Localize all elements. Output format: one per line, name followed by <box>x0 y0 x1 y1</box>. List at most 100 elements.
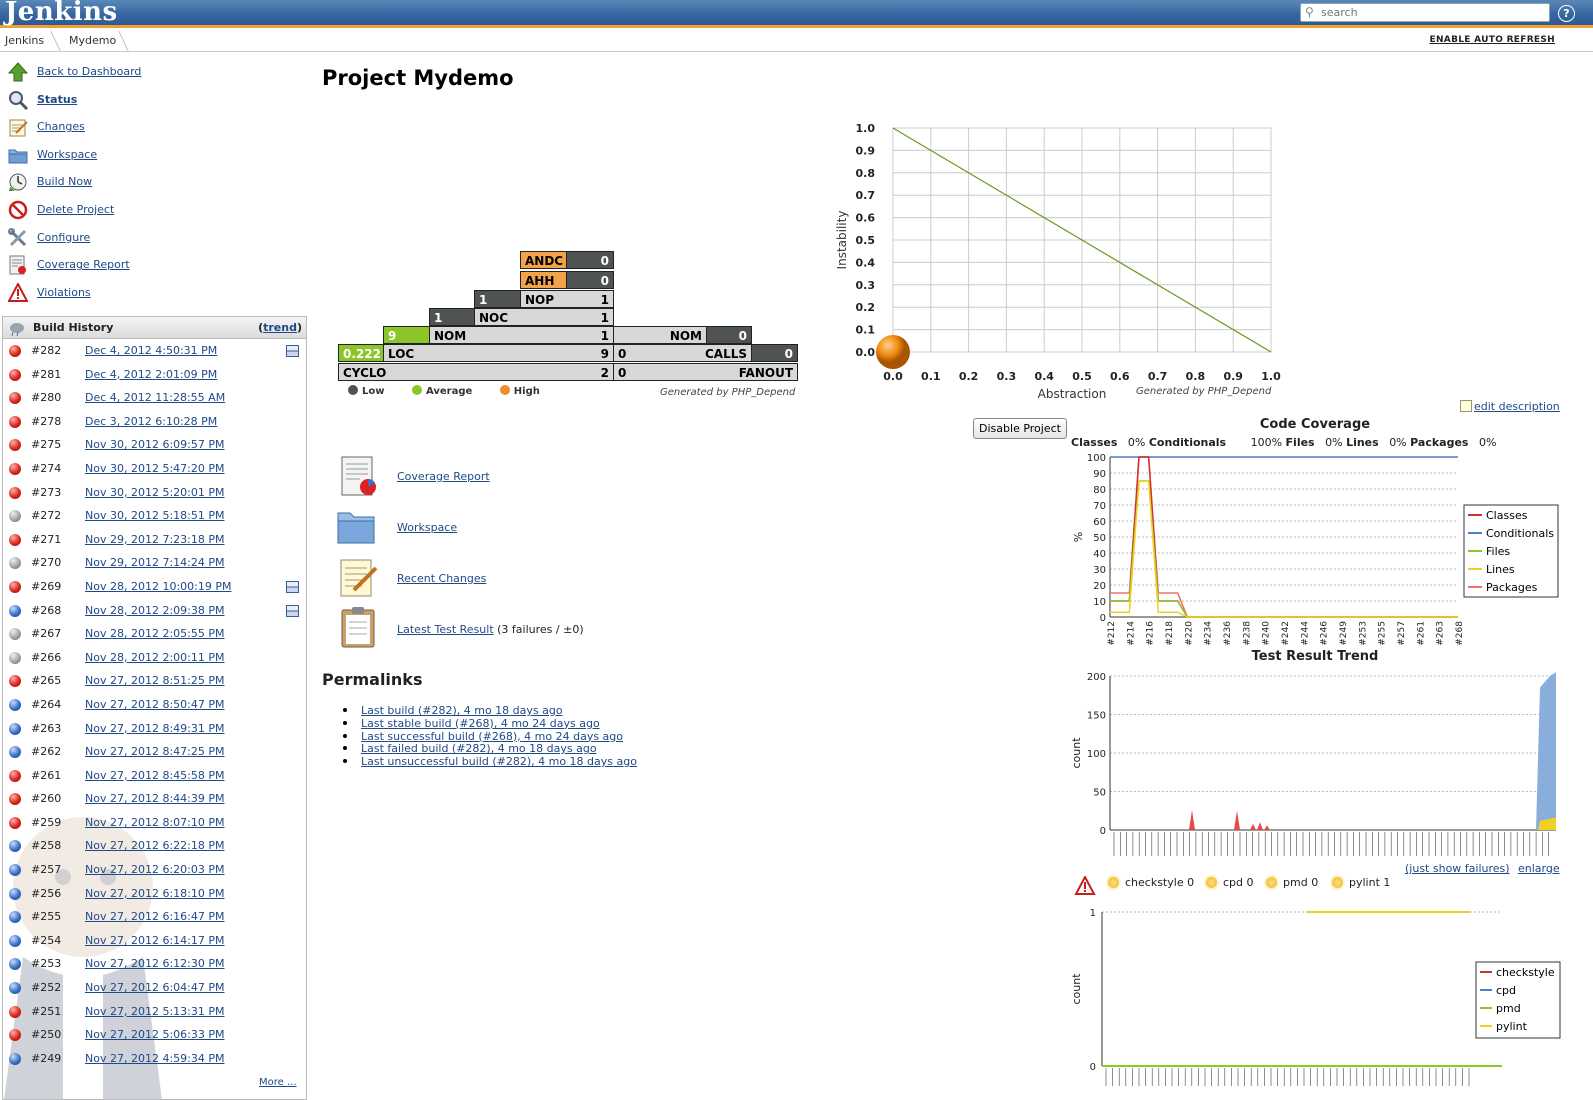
build-date-link[interactable]: Dec 3, 2012 6:10:28 PM <box>85 415 217 428</box>
disable-project-button[interactable]: Disable Project <box>973 418 1067 439</box>
permalink-last-unsuccessful-build[interactable]: Last unsuccessful build (#282), 4 mo 18 … <box>361 755 637 768</box>
workspace-action[interactable]: Workspace <box>397 521 457 534</box>
task-delete-project[interactable]: Delete Project <box>6 198 306 226</box>
build-row[interactable]: #254 Nov 27, 2012 6:14:17 PM <box>3 929 306 953</box>
changes-link[interactable]: Changes <box>37 120 85 133</box>
build-date-link[interactable]: Nov 29, 2012 7:23:18 PM <box>85 533 224 546</box>
build-date-link[interactable]: Nov 27, 2012 5:13:31 PM <box>85 1005 224 1018</box>
build-row[interactable]: #252 Nov 27, 2012 6:04:47 PM <box>3 976 306 1000</box>
workspace-link[interactable]: Workspace <box>37 148 97 161</box>
build-date-link[interactable]: Nov 27, 2012 6:14:17 PM <box>85 934 224 947</box>
build-row[interactable]: #250 Nov 27, 2012 5:06:33 PM <box>3 1023 306 1047</box>
task-violations[interactable]: Violations <box>6 281 306 309</box>
build-row[interactable]: #265 Nov 27, 2012 8:51:25 PM <box>3 669 306 693</box>
build-row[interactable]: #281 Dec 4, 2012 2:01:09 PM <box>3 363 306 387</box>
build-row[interactable]: #260 Nov 27, 2012 8:44:39 PM <box>3 787 306 811</box>
build-date-link[interactable]: Nov 27, 2012 4:59:34 PM <box>85 1052 224 1065</box>
build-row[interactable]: #273 Nov 30, 2012 5:20:01 PM <box>3 481 306 505</box>
enable-auto-refresh-link[interactable]: ENABLE AUTO REFRESH <box>1430 35 1555 45</box>
build-date-link[interactable]: Dec 4, 2012 4:50:31 PM <box>85 344 217 357</box>
build-row[interactable]: #278 Dec 3, 2012 6:10:28 PM <box>3 410 306 434</box>
task-configure[interactable]: Configure <box>6 226 306 254</box>
build-date-link[interactable]: Nov 27, 2012 5:06:33 PM <box>85 1028 224 1041</box>
build-row[interactable]: #257 Nov 27, 2012 6:20:03 PM <box>3 858 306 882</box>
build-date-link[interactable]: Nov 30, 2012 5:18:51 PM <box>85 509 224 522</box>
violations-link[interactable]: Violations <box>37 286 91 299</box>
help-icon[interactable]: ? <box>1558 5 1575 22</box>
coverage-report-action[interactable]: Coverage Report <box>397 470 490 483</box>
build-date-link[interactable]: Nov 28, 2012 2:00:11 PM <box>85 651 224 664</box>
task-workspace[interactable]: Workspace <box>6 143 306 171</box>
enlarge-link[interactable]: enlarge <box>1518 862 1560 875</box>
coverage-report-link[interactable]: Coverage Report <box>37 258 130 271</box>
violation-checkstyle[interactable]: checkstyle 0 <box>1108 876 1194 889</box>
task-status[interactable]: Status <box>6 88 306 116</box>
build-date-link[interactable]: Nov 27, 2012 8:07:10 PM <box>85 816 224 829</box>
build-date-link[interactable]: Nov 27, 2012 8:47:25 PM <box>85 745 224 758</box>
recent-changes-action[interactable]: Recent Changes <box>397 572 486 585</box>
build-row[interactable]: #275 Nov 30, 2012 6:09:57 PM <box>3 433 306 457</box>
build-date-link[interactable]: Nov 27, 2012 6:16:47 PM <box>85 910 224 923</box>
build-row[interactable]: #255 Nov 27, 2012 6:16:47 PM <box>3 905 306 929</box>
build-row[interactable]: #266 Nov 28, 2012 2:00:11 PM <box>3 646 306 670</box>
build-date-link[interactable]: Nov 30, 2012 5:20:01 PM <box>85 486 224 499</box>
build-date-link[interactable]: Nov 27, 2012 6:22:18 PM <box>85 839 224 852</box>
violation-pmd[interactable]: pmd 0 <box>1266 876 1318 889</box>
build-date-link[interactable]: Dec 4, 2012 11:28:55 AM <box>85 391 225 404</box>
build-row[interactable]: #253 Nov 27, 2012 6:12:30 PM <box>3 952 306 976</box>
build-date-link[interactable]: Dec 4, 2012 2:01:09 PM <box>85 368 217 381</box>
build-row[interactable]: #267 Nov 28, 2012 2:05:55 PM <box>3 622 306 646</box>
just-show-failures-link[interactable]: (just show failures) <box>1405 862 1510 875</box>
keep-log-disk-icon[interactable] <box>286 604 299 617</box>
build-date-link[interactable]: Nov 28, 2012 2:05:55 PM <box>85 627 224 640</box>
build-date-link[interactable]: Nov 27, 2012 6:18:10 PM <box>85 887 224 900</box>
build-date-link[interactable]: Nov 28, 2012 10:00:19 PM <box>85 580 231 593</box>
build-date-link[interactable]: Nov 30, 2012 6:09:57 PM <box>85 438 224 451</box>
task-coverage-report[interactable]: Coverage Report <box>6 253 306 281</box>
permalink-last-successful-build[interactable]: Last successful build (#268), 4 mo 24 da… <box>361 730 623 743</box>
build-date-link[interactable]: Nov 27, 2012 8:45:58 PM <box>85 769 224 782</box>
latest-test-result-action[interactable]: Latest Test Result <box>397 623 494 636</box>
build-row[interactable]: #249 Nov 27, 2012 4:59:34 PM <box>3 1047 306 1071</box>
violation-pylint[interactable]: pylint 1 <box>1332 876 1390 889</box>
build-row[interactable]: #262 Nov 27, 2012 8:47:25 PM <box>3 740 306 764</box>
status-link[interactable]: Status <box>37 93 77 106</box>
build-date-link[interactable]: Nov 29, 2012 7:14:24 PM <box>85 556 224 569</box>
violation-cpd[interactable]: cpd 0 <box>1206 876 1254 889</box>
build-row[interactable]: #271 Nov 29, 2012 7:23:18 PM <box>3 528 306 552</box>
jenkins-logo[interactable]: Jenkins <box>5 0 118 27</box>
task-back-to-dashboard[interactable]: Back to Dashboard <box>6 60 306 88</box>
permalink-last-build[interactable]: Last build (#282), 4 mo 18 days ago <box>361 704 563 717</box>
build-date-link[interactable]: Nov 27, 2012 8:50:47 PM <box>85 698 224 711</box>
build-date-link[interactable]: Nov 27, 2012 6:20:03 PM <box>85 863 224 876</box>
keep-log-disk-icon[interactable] <box>286 345 299 357</box>
build-date-link[interactable]: Nov 27, 2012 8:44:39 PM <box>85 792 224 805</box>
build-row[interactable]: #264 Nov 27, 2012 8:50:47 PM <box>3 693 306 717</box>
build-date-link[interactable]: Nov 27, 2012 6:04:47 PM <box>85 981 224 994</box>
build-row[interactable]: #258 Nov 27, 2012 6:22:18 PM <box>3 834 306 858</box>
build-row[interactable]: #270 Nov 29, 2012 7:14:24 PM <box>3 551 306 575</box>
build-row[interactable]: #261 Nov 27, 2012 8:45:58 PM <box>3 764 306 788</box>
search-input[interactable] <box>1321 5 1546 20</box>
trend-link[interactable]: trend <box>263 321 297 334</box>
build-row[interactable]: #259 Nov 27, 2012 8:07:10 PM <box>3 811 306 835</box>
task-build-now[interactable]: Build Now <box>6 170 306 198</box>
build-row[interactable]: #282 Dec 4, 2012 4:50:31 PM <box>3 339 306 363</box>
keep-log-disk-icon[interactable] <box>286 580 299 593</box>
build-row[interactable]: #268 Nov 28, 2012 2:09:38 PM <box>3 599 306 623</box>
build-now-link[interactable]: Build Now <box>37 175 92 188</box>
build-row[interactable]: #274 Nov 30, 2012 5:47:20 PM <box>3 457 306 481</box>
build-row[interactable]: #263 Nov 27, 2012 8:49:31 PM <box>3 717 306 741</box>
task-changes[interactable]: Changes <box>6 115 306 143</box>
build-date-link[interactable]: Nov 27, 2012 8:49:31 PM <box>85 722 224 735</box>
configure-link[interactable]: Configure <box>37 231 90 244</box>
back-to-dashboard-link[interactable]: Back to Dashboard <box>37 65 141 78</box>
build-date-link[interactable]: Nov 30, 2012 5:47:20 PM <box>85 462 224 475</box>
delete-project-link[interactable]: Delete Project <box>37 203 114 216</box>
build-history-more-link[interactable]: More ... <box>259 1077 297 1088</box>
search-box[interactable]: ⚲ <box>1300 3 1550 22</box>
breadcrumb-jenkins[interactable]: Jenkins <box>5 34 44 47</box>
permalink-last-stable-build[interactable]: Last stable build (#268), 4 mo 24 days a… <box>361 717 600 730</box>
permalink-last-failed-build[interactable]: Last failed build (#282), 4 mo 18 days a… <box>361 742 597 755</box>
build-row[interactable]: #269 Nov 28, 2012 10:00:19 PM <box>3 575 306 599</box>
